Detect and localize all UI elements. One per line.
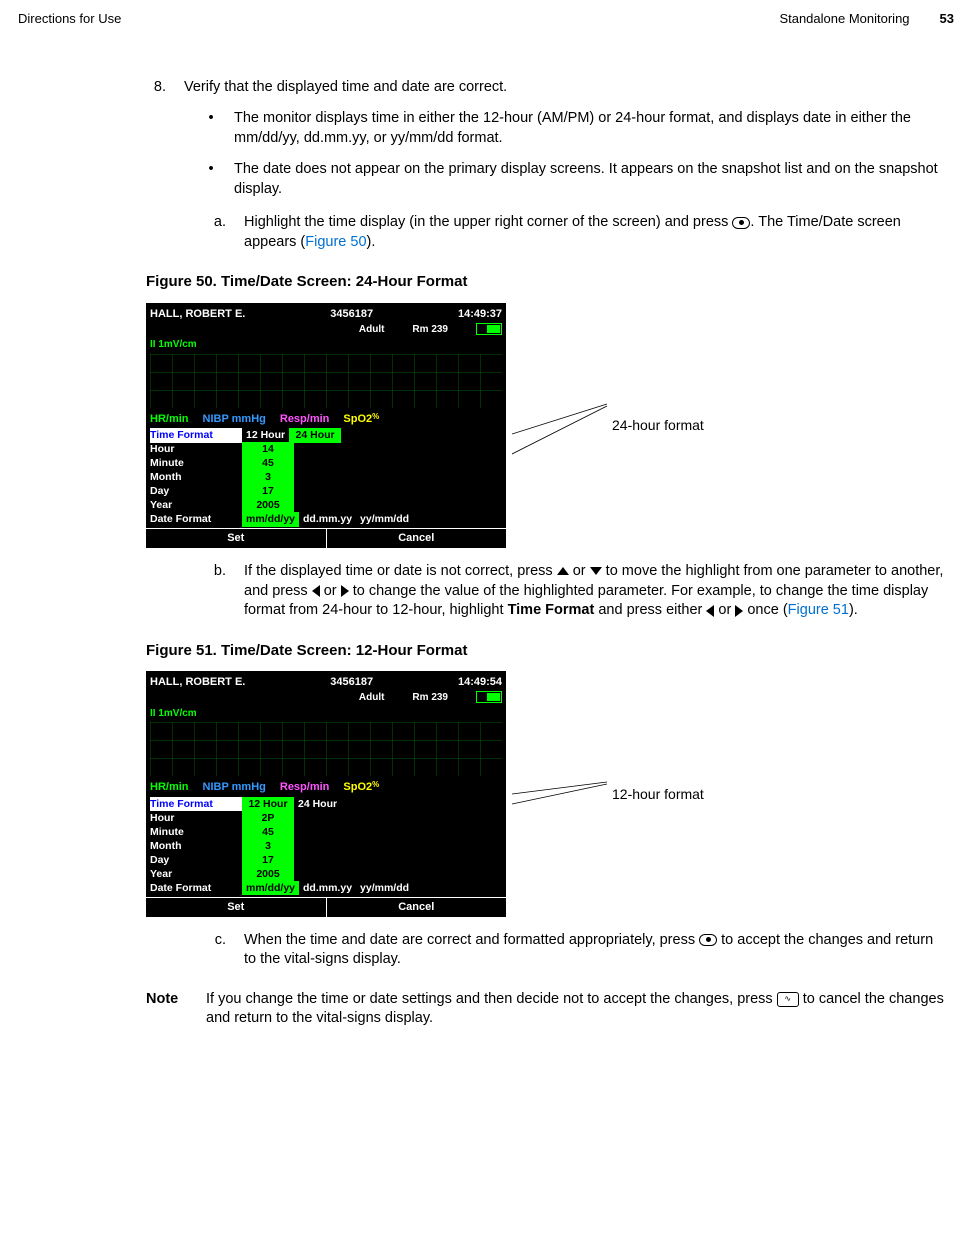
figure-50-caption: Figure 50. Time/Date Screen: 24-Hour For… (146, 272, 944, 292)
down-arrow-icon (590, 567, 602, 575)
display-button-icon (777, 992, 799, 1007)
callout-24h: 24-hour format (512, 386, 704, 466)
bullet-dot: • (206, 160, 216, 199)
right-arrow-icon (341, 585, 349, 597)
note-label: Note (146, 990, 192, 1029)
substep-label: b. (206, 562, 226, 621)
time-format-bold: Time Format (508, 602, 595, 618)
bullet-text: The monitor displays time in either the … (234, 109, 944, 148)
note-block: Note If you change the time or date sett… (146, 990, 944, 1029)
figure-51-link[interactable]: Figure 51 (788, 602, 849, 618)
callout-label: 12-hour format (612, 785, 704, 804)
step-text: Verify that the displayed time and date … (184, 78, 507, 98)
header-section: Standalone Monitoring (779, 10, 909, 28)
select-button-icon (699, 934, 717, 946)
page-header: Directions for Use Standalone Monitoring… (18, 10, 954, 28)
figure-50-link[interactable]: Figure 50 (305, 234, 366, 250)
figure-50: HALL, ROBERT E.345618714:49:37 AdultRm 2… (146, 303, 944, 549)
page-number: 53 (940, 10, 954, 28)
bullet-1: • The monitor displays time in either th… (206, 109, 944, 148)
left-arrow-icon (312, 585, 320, 597)
callout-12h: 12-hour format (512, 754, 704, 834)
step-number: 8. (146, 78, 166, 98)
substep-b: b. If the displayed time or date is not … (206, 562, 944, 621)
select-button-icon (732, 217, 750, 229)
substep-c: c. When the time and date are correct an… (206, 931, 944, 970)
monitor-screen-24h: HALL, ROBERT E.345618714:49:37 AdultRm 2… (146, 303, 506, 549)
bullet-text: The date does not appear on the primary … (234, 160, 944, 199)
note-text: If you change the time or date settings … (206, 990, 944, 1029)
substep-label: c. (206, 931, 226, 970)
header-left: Directions for Use (18, 10, 121, 28)
step-8: 8. Verify that the displayed time and da… (146, 78, 944, 98)
callout-label: 24-hour format (612, 416, 704, 435)
figure-51-caption: Figure 51. Time/Date Screen: 12-Hour For… (146, 641, 944, 661)
substep-label: a. (206, 213, 226, 252)
substep-text: When the time and date are correct and f… (244, 931, 944, 970)
up-arrow-icon (557, 567, 569, 575)
monitor-screen-12h: HALL, ROBERT E.345618714:49:54 AdultRm 2… (146, 671, 506, 917)
substep-text: Highlight the time display (in the upper… (244, 213, 944, 252)
bullet-dot: • (206, 109, 216, 148)
substep-a: a. Highlight the time display (in the up… (206, 213, 944, 252)
substep-text: If the displayed time or date is not cor… (244, 562, 944, 621)
bullet-2: • The date does not appear on the primar… (206, 160, 944, 199)
figure-51: HALL, ROBERT E.345618714:49:54 AdultRm 2… (146, 671, 944, 917)
